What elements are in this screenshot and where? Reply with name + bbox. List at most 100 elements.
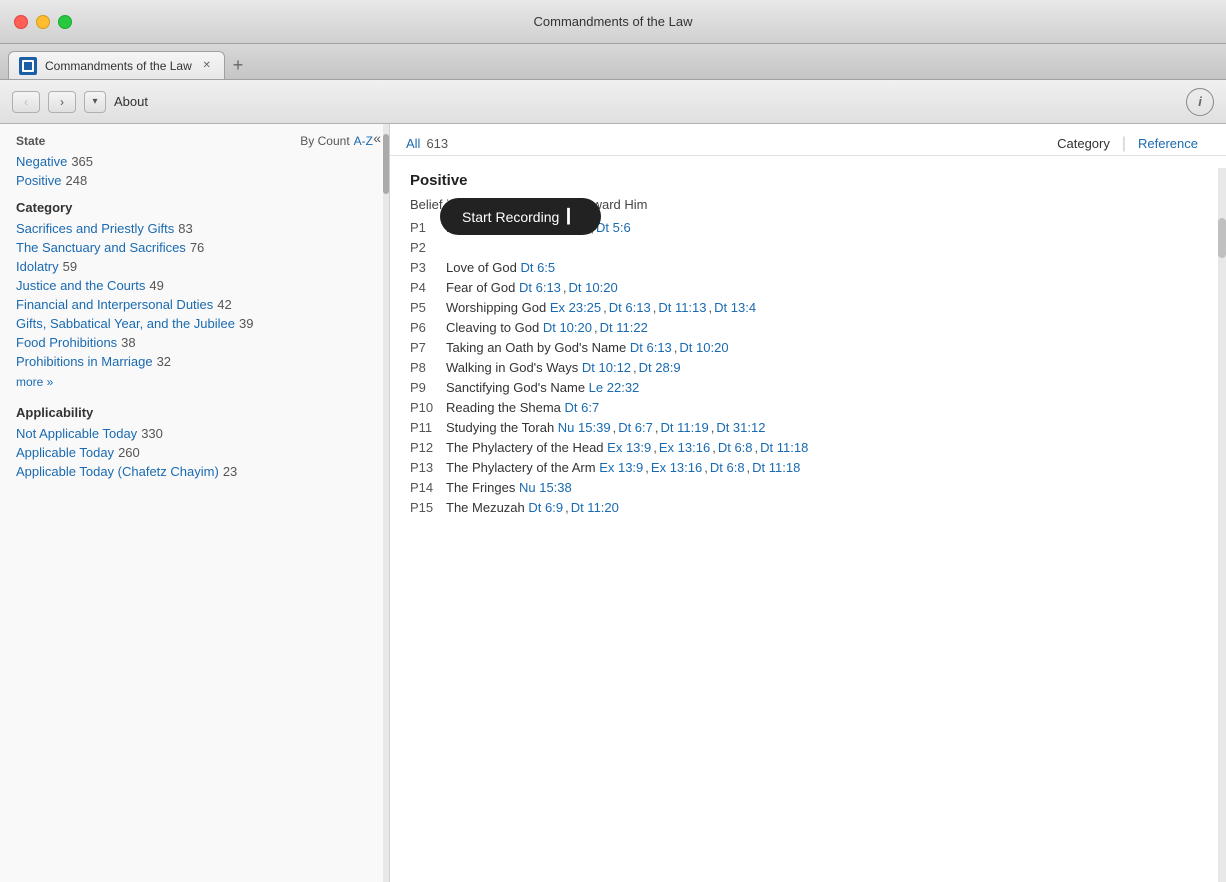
cmd-ref[interactable]: Dt 31:12 xyxy=(716,420,765,435)
applicable-chafetz-label: Applicable Today (Chafetz Chayim) xyxy=(16,464,219,479)
cmd-id: P6 xyxy=(410,320,446,335)
new-tab-button[interactable]: + xyxy=(225,51,252,79)
cmd-ref[interactable]: Dt 10:20 xyxy=(543,320,592,335)
cmd-ref[interactable]: Ex 23:25 xyxy=(550,300,601,315)
table-row: P1 Believing in God Ex 20:2 , Dt 5:6 xyxy=(410,220,1206,235)
cmd-ref[interactable]: Dt 6:13 xyxy=(519,280,561,295)
cmd-ref[interactable]: Le 22:32 xyxy=(589,380,640,395)
filter-all-link[interactable]: All xyxy=(406,136,420,151)
forward-button[interactable]: › xyxy=(48,91,76,113)
table-row: P11 Studying the Torah Nu 15:39 , Dt 6:7… xyxy=(410,420,1206,435)
cmd-ref[interactable]: Dt 5:6 xyxy=(596,220,631,235)
financial-count: 42 xyxy=(217,297,231,312)
tab-close-button[interactable]: ✕ xyxy=(200,59,214,73)
sidebar-item-idolatry[interactable]: Idolatry 59 xyxy=(16,259,373,274)
more-link[interactable]: more » xyxy=(16,375,53,389)
sidebar-scrollbar[interactable] xyxy=(383,124,389,882)
cmd-id: P10 xyxy=(410,400,446,415)
cmd-ref[interactable]: Nu 15:39 xyxy=(558,420,611,435)
cmd-ref[interactable]: Dt 11:19 xyxy=(661,420,709,435)
cmd-ref[interactable]: Dt 11:20 xyxy=(571,500,619,515)
info-button[interactable]: i xyxy=(1186,88,1214,116)
content-scroll[interactable]: Positive Belief in God and Our Duties To… xyxy=(390,156,1226,882)
cmd-ref[interactable]: Dt 6:9 xyxy=(528,500,563,515)
content-scrollbar[interactable] xyxy=(1218,168,1226,882)
cmd-ref[interactable]: Dt 6:13 xyxy=(609,300,651,315)
active-tab[interactable]: Commandments of the Law ✕ xyxy=(8,51,225,79)
minimize-button[interactable] xyxy=(36,15,50,29)
nav-dropdown-button[interactable]: ▾ xyxy=(84,91,106,113)
table-row: P4 Fear of God Dt 6:13 , Dt 10:20 xyxy=(410,280,1206,295)
applicable-count: 260 xyxy=(118,445,140,460)
table-row: P6 Cleaving to God Dt 10:20 , Dt 11:22 xyxy=(410,320,1206,335)
cmd-ref[interactable]: Dt 11:18 xyxy=(752,460,800,475)
sidebar-item-applicable[interactable]: Applicable Today 260 xyxy=(16,445,373,460)
sidebar-item-sacrifices[interactable]: Sacrifices and Priestly Gifts 83 xyxy=(16,221,373,236)
sidebar-item-positive[interactable]: Positive 248 xyxy=(16,173,373,188)
sidebar-item-applicable-chafetz[interactable]: Applicable Today (Chafetz Chayim) 23 xyxy=(16,464,373,479)
cmd-id: P11 xyxy=(410,420,446,435)
sidebar-scroll[interactable]: State By Count A-Z Negative 365 Positive… xyxy=(0,124,389,882)
cmd-ref[interactable]: Ex 13:16 xyxy=(651,460,702,475)
sidebar-item-gifts[interactable]: Gifts, Sabbatical Year, and the Jubilee … xyxy=(16,316,373,331)
cmd-ref[interactable]: Dt 28:9 xyxy=(639,360,681,375)
cmd-ref[interactable]: Ex 20:2 xyxy=(544,220,588,235)
category-label: Category xyxy=(16,200,373,215)
sort-az-link[interactable]: A-Z xyxy=(354,134,373,148)
tab-reference[interactable]: Reference xyxy=(1126,132,1210,155)
table-row: P2 xyxy=(410,240,1206,255)
sanctuary-count: 76 xyxy=(190,240,204,255)
sidebar-item-financial[interactable]: Financial and Interpersonal Duties 42 xyxy=(16,297,373,312)
gifts-label: Gifts, Sabbatical Year, and the Jubilee xyxy=(16,316,235,331)
positive-count: 248 xyxy=(66,173,88,188)
cmd-id: P3 xyxy=(410,260,446,275)
idolatry-count: 59 xyxy=(63,259,77,274)
positive-label: Positive xyxy=(16,173,62,188)
cmd-ref[interactable]: Dt 6:7 xyxy=(618,420,653,435)
cmd-id: P8 xyxy=(410,360,446,375)
sidebar-item-justice[interactable]: Justice and the Courts 49 xyxy=(16,278,373,293)
maximize-button[interactable] xyxy=(58,15,72,29)
cmd-id: P5 xyxy=(410,300,446,315)
sidebar-item-not-applicable[interactable]: Not Applicable Today 330 xyxy=(16,426,373,441)
cmd-ref[interactable]: Dt 11:22 xyxy=(600,320,648,335)
cmd-id: P1 xyxy=(410,220,446,235)
cmd-ref[interactable]: Ex 13:9 xyxy=(607,440,651,455)
marriage-label: Prohibitions in Marriage xyxy=(16,354,153,369)
cmd-ref[interactable]: Dt 10:12 xyxy=(582,360,631,375)
sanctuary-label: The Sanctuary and Sacrifices xyxy=(16,240,186,255)
cmd-ref[interactable]: Ex 13:16 xyxy=(659,440,710,455)
applicable-label: Applicable Today xyxy=(16,445,114,460)
main-panel: All 613 Category | Reference Positive Be… xyxy=(390,124,1226,882)
food-count: 38 xyxy=(121,335,135,350)
sidebar-item-negative[interactable]: Negative 365 xyxy=(16,154,373,169)
sidebar-item-marriage[interactable]: Prohibitions in Marriage 32 xyxy=(16,354,373,369)
cmd-ref[interactable]: Nu 15:38 xyxy=(519,480,572,495)
cmd-ref[interactable]: Dt 6:8 xyxy=(718,440,753,455)
table-row: P14 The Fringes Nu 15:38 xyxy=(410,480,1206,495)
cmd-ref[interactable]: Dt 10:20 xyxy=(569,280,618,295)
cmd-ref[interactable]: Dt 13:4 xyxy=(714,300,756,315)
cmd-ref[interactable]: Dt 11:13 xyxy=(658,300,706,315)
cmd-ref[interactable]: Ex 13:9 xyxy=(599,460,643,475)
not-applicable-label: Not Applicable Today xyxy=(16,426,137,441)
total-count: 613 xyxy=(426,136,448,151)
sidebar-item-food[interactable]: Food Prohibitions 38 xyxy=(16,335,373,350)
category-section: Category Sacrifices and Priestly Gifts 8… xyxy=(16,200,373,391)
cmd-ref[interactable]: Dt 6:5 xyxy=(520,260,555,275)
sidebar-scrollbar-thumb xyxy=(383,134,389,194)
back-button[interactable]: ‹ xyxy=(12,91,40,113)
traffic-lights xyxy=(14,15,72,29)
cmd-ref[interactable]: Dt 10:20 xyxy=(679,340,728,355)
close-button[interactable] xyxy=(14,15,28,29)
cmd-ref[interactable]: Dt 6:8 xyxy=(710,460,745,475)
table-row: P10 Reading the Shema Dt 6:7 xyxy=(410,400,1206,415)
cmd-ref[interactable]: Dt 6:7 xyxy=(565,400,600,415)
food-label: Food Prohibitions xyxy=(16,335,117,350)
cmd-ref[interactable]: Dt 6:13 xyxy=(630,340,672,355)
tab-category[interactable]: Category xyxy=(1045,132,1122,155)
cmd-ref[interactable]: Dt 11:18 xyxy=(760,440,808,455)
sidebar-item-sanctuary[interactable]: The Sanctuary and Sacrifices 76 xyxy=(16,240,373,255)
sidebar-collapse-button[interactable]: « xyxy=(373,130,381,146)
state-section: State By Count A-Z Negative 365 Positive… xyxy=(16,134,373,188)
